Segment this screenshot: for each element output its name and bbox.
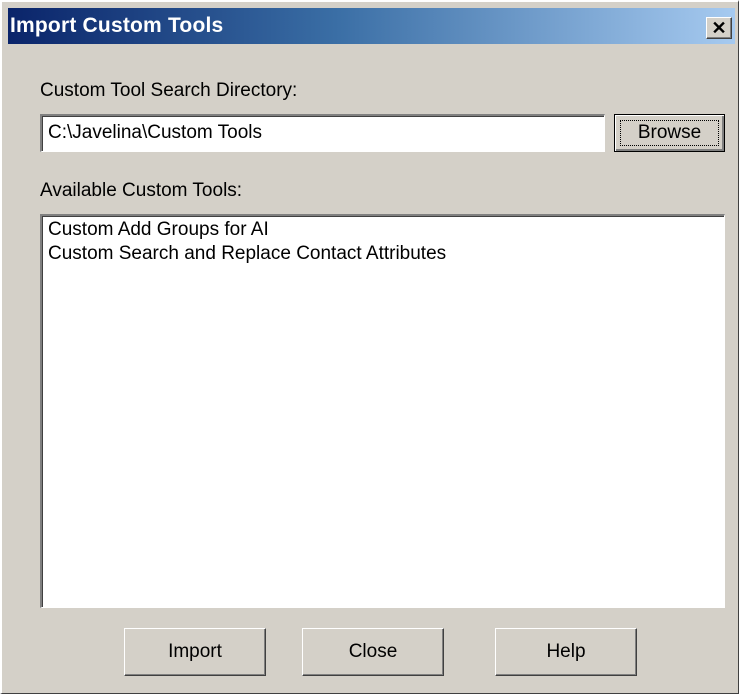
directory-label: Custom Tool Search Directory: xyxy=(40,80,298,101)
dialog-title: Import Custom Tools xyxy=(10,14,224,37)
list-item[interactable]: Custom Search and Replace Contact Attrib… xyxy=(48,242,718,266)
list-item[interactable]: Custom Add Groups for AI xyxy=(48,218,718,242)
close-button[interactable]: Close xyxy=(302,628,444,676)
import-button[interactable]: Import xyxy=(124,628,266,676)
browse-button-label: Browse xyxy=(620,120,719,146)
directory-field[interactable]: C:\Javelina\Custom Tools xyxy=(40,114,605,152)
close-icon[interactable]: ✕ xyxy=(706,17,732,39)
help-button[interactable]: Help xyxy=(495,628,637,676)
browse-button[interactable]: Browse xyxy=(614,114,725,152)
import-custom-tools-dialog: Import Custom Tools ✕ Custom Tool Search… xyxy=(0,0,739,694)
available-tools-label: Available Custom Tools: xyxy=(40,180,243,201)
title-bar[interactable]: Import Custom Tools ✕ xyxy=(8,8,735,44)
available-tools-list[interactable]: Custom Add Groups for AI Custom Search a… xyxy=(40,214,725,608)
